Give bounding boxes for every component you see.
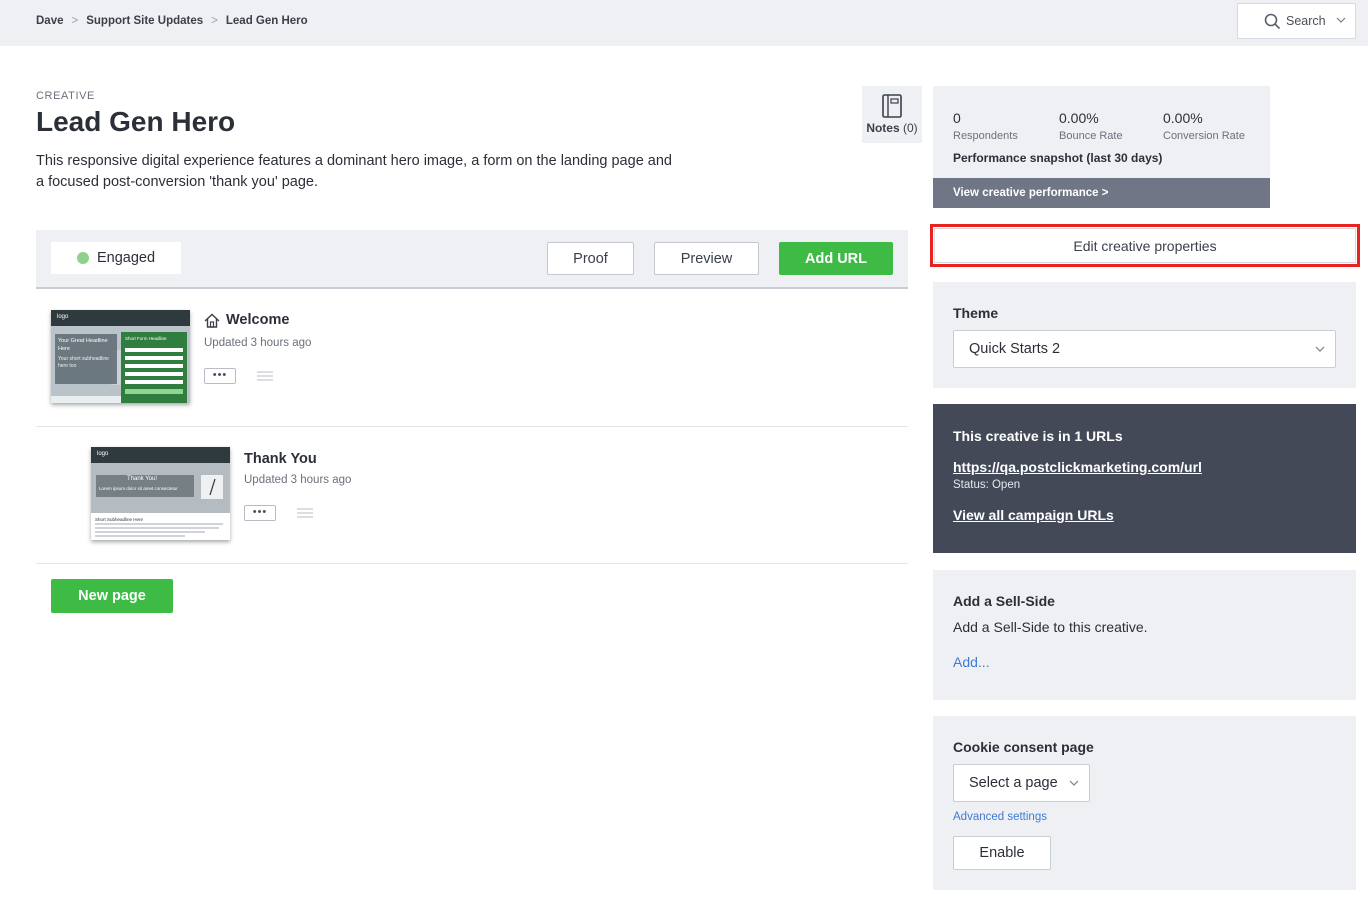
creative-description: This responsive digital experience featu… <box>36 153 672 190</box>
add-sell-side-link[interactable]: Add... <box>953 654 990 670</box>
creative-url-link[interactable]: https://qa.postclickmarketing.com/url <box>953 459 1202 475</box>
urls-heading: This creative is in 1 URLs <box>953 428 1123 444</box>
page-name-thank-you[interactable]: Thank You <box>244 451 317 467</box>
breadcrumb-separator: > <box>71 15 79 27</box>
search-label: Search <box>1286 14 1326 28</box>
new-page-button[interactable]: New page <box>51 579 173 613</box>
creative-kicker: CREATIVE <box>36 90 95 102</box>
sell-side-heading: Add a Sell-Side <box>953 593 1055 609</box>
advanced-settings-link[interactable]: Advanced settings <box>953 811 1047 823</box>
chevron-down-icon <box>1315 346 1325 352</box>
theme-selected-value: Quick Starts 2 <box>969 341 1061 357</box>
cookie-consent-heading: Cookie consent page <box>953 739 1094 755</box>
conversion-rate-label: Conversion Rate <box>1163 130 1245 142</box>
notebook-icon <box>882 94 902 118</box>
home-icon <box>204 313 220 328</box>
cookie-consent-panel: Cookie consent page Select a page Advanc… <box>933 716 1356 890</box>
theme-panel: Theme Quick Starts 2 <box>933 282 1356 388</box>
bounce-rate-value: 0.00% <box>1059 110 1099 126</box>
page-updated: Updated 3 hours ago <box>204 337 312 349</box>
conversion-rate-value: 0.00% <box>1163 110 1203 126</box>
notes-text: Notes <box>866 121 900 135</box>
page-updated: Updated 3 hours ago <box>244 474 352 486</box>
breadcrumb: Dave > Support Site Updates > Lead Gen H… <box>36 15 308 27</box>
page-more-button[interactable]: ••• <box>204 368 236 384</box>
view-all-campaign-urls-link[interactable]: View all campaign URLs <box>953 507 1114 523</box>
thumb-headline: Your Great Headline Here <box>58 338 108 352</box>
edit-creative-properties-highlight: Edit creative properties <box>930 224 1360 267</box>
add-url-button[interactable]: Add URL <box>779 242 893 275</box>
respondents-value: 0 <box>953 110 961 126</box>
thumb-subheadline: Your short subheadline here too <box>58 356 109 369</box>
performance-snapshot: 0 Respondents 0.00% Bounce Rate 0.00% Co… <box>933 86 1270 208</box>
page-list-item: logo Your Great Headline Here Your short… <box>36 291 908 427</box>
page-title: Lead Gen Hero <box>36 106 236 137</box>
performance-snapshot-caption: Performance snapshot (last 30 days) <box>953 151 1163 165</box>
proof-button[interactable]: Proof <box>547 242 634 275</box>
thumb-headline: Thank You! <box>127 476 158 482</box>
notes-button[interactable]: Notes (0) <box>862 86 922 143</box>
cookie-page-select[interactable]: Select a page <box>953 764 1090 802</box>
breadcrumb-separator: > <box>211 15 218 27</box>
respondents-label: Respondents <box>953 130 1018 142</box>
status-label: Engaged <box>97 250 156 266</box>
bounce-rate-label: Bounce Rate <box>1059 130 1123 142</box>
url-status: Status: Open <box>953 479 1021 491</box>
creative-urls-panel: This creative is in 1 URLs https://qa.po… <box>933 404 1356 553</box>
theme-select[interactable]: Quick Starts 2 <box>953 330 1336 368</box>
breadcrumb-item-dave[interactable]: Dave <box>36 15 64 27</box>
thumb-subheadline: Lorem ipsum dolor sit amet consectetur <box>99 486 178 491</box>
drag-handle-icon[interactable] <box>297 508 313 518</box>
search-icon <box>1264 13 1281 30</box>
thank-you-thumbnail-image <box>91 447 230 540</box>
notes-label: Notes (0) <box>862 121 922 135</box>
breadcrumb-item-lead-gen-hero[interactable]: Lead Gen Hero <box>226 15 308 27</box>
thumb-form-title: Short Form Headline <box>125 336 167 341</box>
top-bar: Dave > Support Site Updates > Lead Gen H… <box>0 0 1368 46</box>
chevron-down-icon <box>1069 780 1079 786</box>
chevron-down-icon <box>1336 17 1346 23</box>
page-list-item: logo Thank You! Lorem ipsum dolor sit am… <box>36 427 908 564</box>
page-more-button[interactable]: ••• <box>244 505 276 521</box>
notes-count: (0) <box>903 121 918 135</box>
theme-heading: Theme <box>953 305 999 321</box>
enable-button[interactable]: Enable <box>953 836 1051 870</box>
cookie-page-selected-value: Select a page <box>969 775 1058 791</box>
drag-handle-icon[interactable] <box>257 371 273 381</box>
page-thumbnail-thank-you[interactable]: logo Thank You! Lorem ipsum dolor sit am… <box>91 447 230 540</box>
status-badge: Engaged <box>51 242 181 274</box>
sell-side-text: Add a Sell-Side to this creative. <box>953 619 1148 635</box>
thumb-logo: logo <box>57 314 69 320</box>
view-creative-performance-link[interactable]: View creative performance > <box>933 178 1270 208</box>
edit-creative-properties-button[interactable]: Edit creative properties <box>934 228 1356 263</box>
page-thumbnail-welcome[interactable]: logo Your Great Headline Here Your short… <box>51 310 190 403</box>
status-dot-icon <box>77 252 89 264</box>
thumb-logo: logo <box>97 451 109 457</box>
search-button[interactable]: Search <box>1237 3 1356 39</box>
preview-button[interactable]: Preview <box>654 242 759 275</box>
page-name-label: Welcome <box>226 312 290 328</box>
page-name-welcome[interactable]: Welcome <box>204 312 289 328</box>
breadcrumb-item-support-site-updates[interactable]: Support Site Updates <box>86 15 203 27</box>
sell-side-panel: Add a Sell-Side Add a Sell-Side to this … <box>933 570 1356 700</box>
creative-toolbar: Engaged Proof Preview Add URL <box>36 230 908 289</box>
thumb-section-title: Short Subheadline Here <box>95 517 144 522</box>
